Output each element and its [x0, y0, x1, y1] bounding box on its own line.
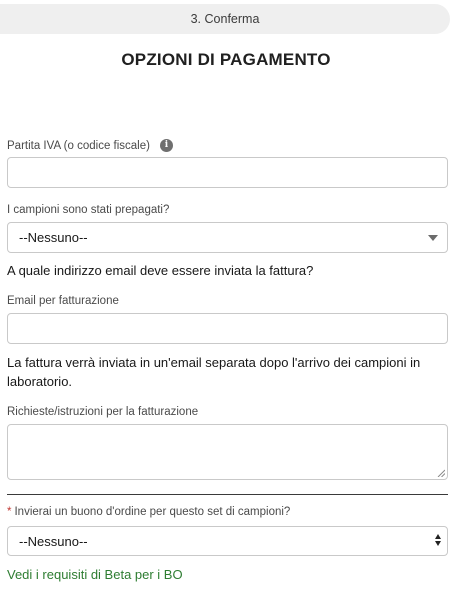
billing-instructions-label: Richieste/istruzioni per la fatturazione [7, 406, 199, 418]
prepaid-select[interactable]: --Nessuno-- [7, 222, 448, 253]
prepaid-select-value: --Nessuno-- [19, 230, 88, 245]
billing-email-input[interactable] [7, 313, 448, 344]
step-indicator: 3. Conferma [0, 4, 450, 34]
resize-handle-icon[interactable] [437, 469, 445, 477]
billing-email-label: Email per fatturazione [7, 295, 119, 307]
purchase-order-label: Invierai un buono d'ordine per questo se… [14, 506, 291, 518]
step-label: 3. Conferma [190, 12, 260, 26]
vat-label: Partita IVA (o codice fiscale) [7, 139, 150, 152]
billing-instructions-textarea[interactable] [7, 424, 448, 480]
required-marker: * [7, 506, 12, 518]
purchase-order-select[interactable]: --Nessuno-- [7, 526, 448, 556]
info-icon[interactable]: i [159, 139, 173, 152]
updown-arrows-icon [435, 534, 441, 546]
page-title: OPZIONI DI PAGAMENTO [121, 50, 331, 69]
prepaid-label: I campioni sono stati prepagati? [7, 204, 170, 216]
chevron-down-icon [428, 234, 438, 241]
purchase-order-label-row: * Invierai un buono d'ordine per questo s… [7, 506, 290, 518]
vat-input[interactable] [7, 157, 448, 188]
requirements-link[interactable]: Vedi i requisiti di Beta per i BO [7, 567, 183, 582]
section-divider [7, 494, 448, 495]
purchase-order-select-value: --Nessuno-- [19, 533, 88, 549]
email-question: A quale indirizzo email deve essere invi… [7, 263, 314, 278]
vat-label-row: Partita IVA (o codice fiscale) i [7, 139, 173, 152]
invoice-note: La fattura verrà inviata in un'email sep… [7, 355, 421, 389]
